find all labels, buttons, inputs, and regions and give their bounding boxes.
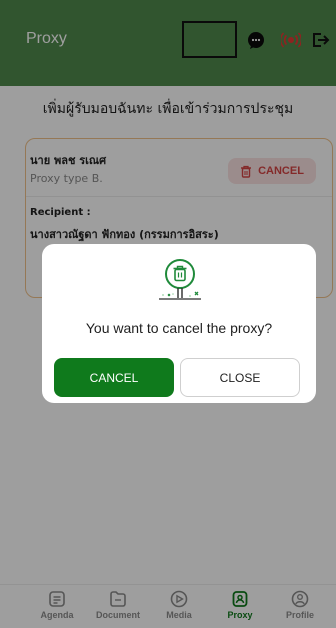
cancel-proxy-dialog: You want to cancel the proxy? CANCEL CLO…	[42, 244, 316, 403]
dialog-cancel-button[interactable]: CANCEL	[54, 358, 174, 397]
dialog-close-button[interactable]: CLOSE	[180, 358, 300, 397]
trash-illustration-icon	[159, 259, 201, 300]
proxy-screen: Proxy เพิ่มผู้รับมอบฉันทะ เพื่อเข้าร่วมก…	[0, 0, 336, 628]
dialog-question: You want to cancel the proxy?	[85, 320, 273, 336]
